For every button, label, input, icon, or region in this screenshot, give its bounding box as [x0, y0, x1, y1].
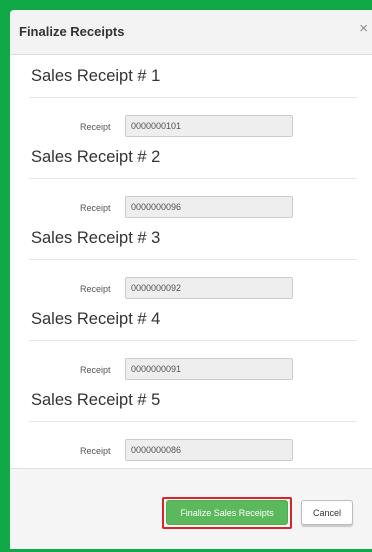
receipt-label: Receipt: [80, 365, 111, 375]
section-divider: [29, 421, 357, 422]
section-divider: [29, 340, 357, 341]
section-divider: [29, 259, 357, 260]
receipt-section-4: Sales Receipt # 4 Receipt: [21, 297, 365, 380]
receipt-label: Receipt: [80, 446, 111, 456]
receipt-heading: Sales Receipt # 3: [31, 229, 161, 247]
finalize-sales-receipts-button[interactable]: Finalize Sales Receipts: [166, 500, 288, 525]
receipt-label: Receipt: [80, 203, 111, 213]
section-divider: [29, 97, 357, 98]
receipt-heading: Sales Receipt # 5: [31, 391, 161, 409]
dialog-body: Sales Receipt # 1 Receipt Sales Receipt …: [10, 54, 372, 468]
receipt-section-5: Sales Receipt # 5 Receipt: [21, 378, 365, 461]
receipt-heading: Sales Receipt # 2: [31, 148, 161, 166]
dialog-title: Finalize Receipts: [19, 24, 125, 39]
receipt-number-field[interactable]: [125, 196, 293, 218]
dialog-header: Finalize Receipts ×: [10, 10, 372, 55]
section-divider: [29, 178, 357, 179]
receipt-section-1: Sales Receipt # 1 Receipt: [21, 54, 365, 137]
receipt-section-3: Sales Receipt # 3 Receipt: [21, 216, 365, 299]
finalize-receipts-dialog: Finalize Receipts × Sales Receipt # 1 Re…: [10, 10, 372, 549]
receipt-heading: Sales Receipt # 4: [31, 310, 161, 328]
close-icon[interactable]: ×: [359, 21, 368, 36]
receipt-number-field[interactable]: [125, 277, 293, 299]
receipt-section-2: Sales Receipt # 2 Receipt: [21, 135, 365, 218]
dialog-footer: Finalize Sales Receipts Cancel: [10, 468, 372, 549]
receipt-heading: Sales Receipt # 1: [31, 67, 161, 85]
receipt-number-field[interactable]: [125, 358, 293, 380]
receipt-number-field[interactable]: [125, 439, 293, 461]
receipt-number-field[interactable]: [125, 115, 293, 137]
cancel-button[interactable]: Cancel: [301, 500, 353, 525]
receipt-label: Receipt: [80, 122, 111, 132]
receipt-label: Receipt: [80, 284, 111, 294]
